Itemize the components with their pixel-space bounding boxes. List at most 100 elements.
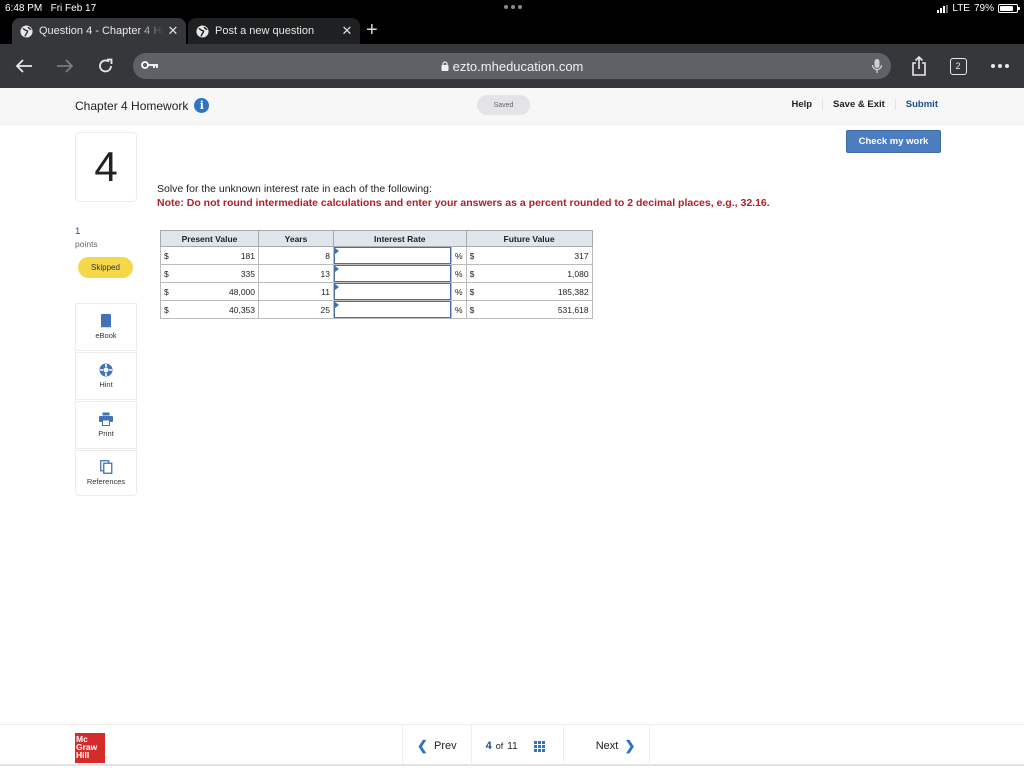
interest-rate-input[interactable] (334, 283, 451, 300)
currency-symbol: $ (160, 246, 181, 265)
browser-tab-active[interactable]: Question 4 - Chapter 4 Homework ✕ (12, 18, 186, 44)
future-value-cell: 317 (486, 246, 593, 265)
reload-button[interactable] (94, 54, 118, 78)
future-value-cell: 1,080 (486, 264, 593, 283)
back-button[interactable] (12, 54, 36, 78)
years-cell: 25 (258, 300, 334, 319)
key-icon[interactable] (141, 60, 159, 70)
printer-icon (99, 412, 113, 426)
references-button[interactable]: References (75, 450, 137, 496)
status-indicators: LTE 79% (937, 3, 1020, 14)
present-value-cell: 40,353 (180, 300, 259, 319)
copy-icon (99, 460, 112, 474)
mcgraw-hill-logo: Mc Graw Hill (75, 733, 105, 763)
save-status-badge: Saved (477, 95, 530, 115)
chevron-left-icon: ❮ (417, 738, 428, 753)
footer: Mc Graw Hill ❮ Prev 4 of 11 Next ❯ (0, 724, 1024, 767)
browser-toolbar: ezto.mheducation.com 2 (0, 44, 1024, 88)
interest-rate-cell (333, 246, 452, 265)
years-cell: 13 (258, 264, 334, 283)
close-tab-icon[interactable]: ✕ (338, 23, 356, 39)
interest-rate-input[interactable] (334, 247, 451, 264)
address-bar[interactable]: ezto.mheducation.com (133, 53, 891, 79)
browser-tab-bar: Question 4 - Chapter 4 Homework ✕ Post a… (0, 18, 1024, 44)
battery-percent: 79% (973, 3, 994, 14)
close-tab-icon[interactable]: ✕ (164, 23, 182, 39)
percent-symbol: % (451, 282, 467, 301)
header-interest-rate: Interest Rate (333, 230, 467, 247)
share-button[interactable] (907, 54, 931, 78)
currency-symbol: $ (465, 246, 487, 265)
years-cell: 8 (258, 246, 334, 265)
tab-switcher-button[interactable]: 2 (946, 54, 970, 78)
info-icon[interactable]: i (194, 98, 210, 113)
interest-rate-cell (333, 264, 452, 283)
input-flag-icon (335, 248, 339, 254)
currency-symbol: $ (160, 264, 181, 283)
present-value-cell: 48,000 (180, 282, 259, 301)
globe-icon (196, 24, 209, 38)
points-label: points (75, 239, 98, 249)
interest-rate-cell (333, 300, 452, 319)
forward-button[interactable] (53, 54, 77, 78)
microphone-icon[interactable] (871, 58, 883, 74)
help-link[interactable]: Help (781, 99, 822, 110)
header-years: Years (258, 230, 334, 247)
present-value-cell: 181 (180, 246, 259, 265)
points-value: 1 (75, 226, 81, 237)
currency-symbol: $ (160, 300, 181, 319)
lock-icon (441, 61, 449, 71)
table-row: $ 48,000 11 % $ 185,382 (160, 282, 593, 301)
ebook-button[interactable]: eBook (75, 303, 137, 351)
chevron-right-icon: ❯ (624, 738, 636, 753)
save-exit-link[interactable]: Save & Exit (822, 99, 895, 110)
table-header-row: Present Value Years Interest Rate Future… (160, 230, 593, 247)
tab-title: Post a new question (215, 25, 315, 37)
question-map-button[interactable]: 4 of 11 (470, 725, 563, 767)
assignment-title-text: Chapter 4 Homework (75, 98, 189, 113)
hint-button[interactable]: Hint (75, 352, 137, 400)
hint-label: Hint (99, 380, 113, 389)
future-value-cell: 531,618 (486, 300, 593, 319)
assignment-title: Chapter 4 Homework i (75, 98, 210, 113)
url-text: ezto.mheducation.com (452, 58, 584, 74)
arrow-left-icon (15, 59, 32, 73)
currency-symbol: $ (465, 264, 487, 283)
percent-symbol: % (451, 264, 467, 283)
ios-status-bar: 6:48 PM Fri Feb 17 LTE 79% (0, 0, 1024, 18)
next-button[interactable]: Next ❯ (562, 725, 651, 767)
input-flag-icon (335, 284, 339, 290)
grid-icon (533, 740, 545, 752)
prev-button[interactable]: ❮ Prev (402, 725, 471, 767)
current-page: 4 (485, 740, 492, 752)
more-menu-button[interactable] (988, 54, 1012, 78)
table-row: $ 335 13 % $ 1,080 (160, 264, 593, 283)
total-pages: 11 (507, 740, 518, 752)
print-label: Print (98, 429, 114, 438)
of-label: of (495, 741, 504, 751)
submit-link[interactable]: Submit (894, 99, 948, 110)
print-button[interactable]: Print (75, 401, 137, 449)
share-icon (912, 56, 926, 76)
table-row: $ 40,353 25 % $ 531,618 (160, 300, 593, 319)
check-my-work-button[interactable]: Check my work (846, 130, 941, 153)
more-icon (991, 64, 1009, 68)
interest-rate-input[interactable] (334, 265, 451, 282)
points-info: 1 points (75, 226, 98, 249)
header-links: Help Save & Exit Submit (781, 99, 948, 110)
ebook-label: eBook (95, 331, 117, 340)
table-row: $ 181 8 % $ 317 (160, 246, 593, 265)
browser-tab[interactable]: Post a new question ✕ (188, 18, 360, 44)
multitasking-dots[interactable] (504, 5, 522, 9)
tab-count-icon: 2 (949, 57, 967, 75)
interest-rate-cell (333, 282, 452, 301)
signal-icon (937, 4, 949, 13)
input-flag-icon (335, 266, 339, 272)
reload-icon (99, 58, 113, 73)
next-label: Next (595, 740, 619, 752)
arrow-right-icon (57, 59, 74, 73)
tab-title: Question 4 - Chapter 4 Homework (39, 25, 164, 37)
question-number: 4 (75, 132, 137, 202)
new-tab-button[interactable]: + (366, 19, 378, 42)
interest-rate-input[interactable] (334, 301, 451, 318)
